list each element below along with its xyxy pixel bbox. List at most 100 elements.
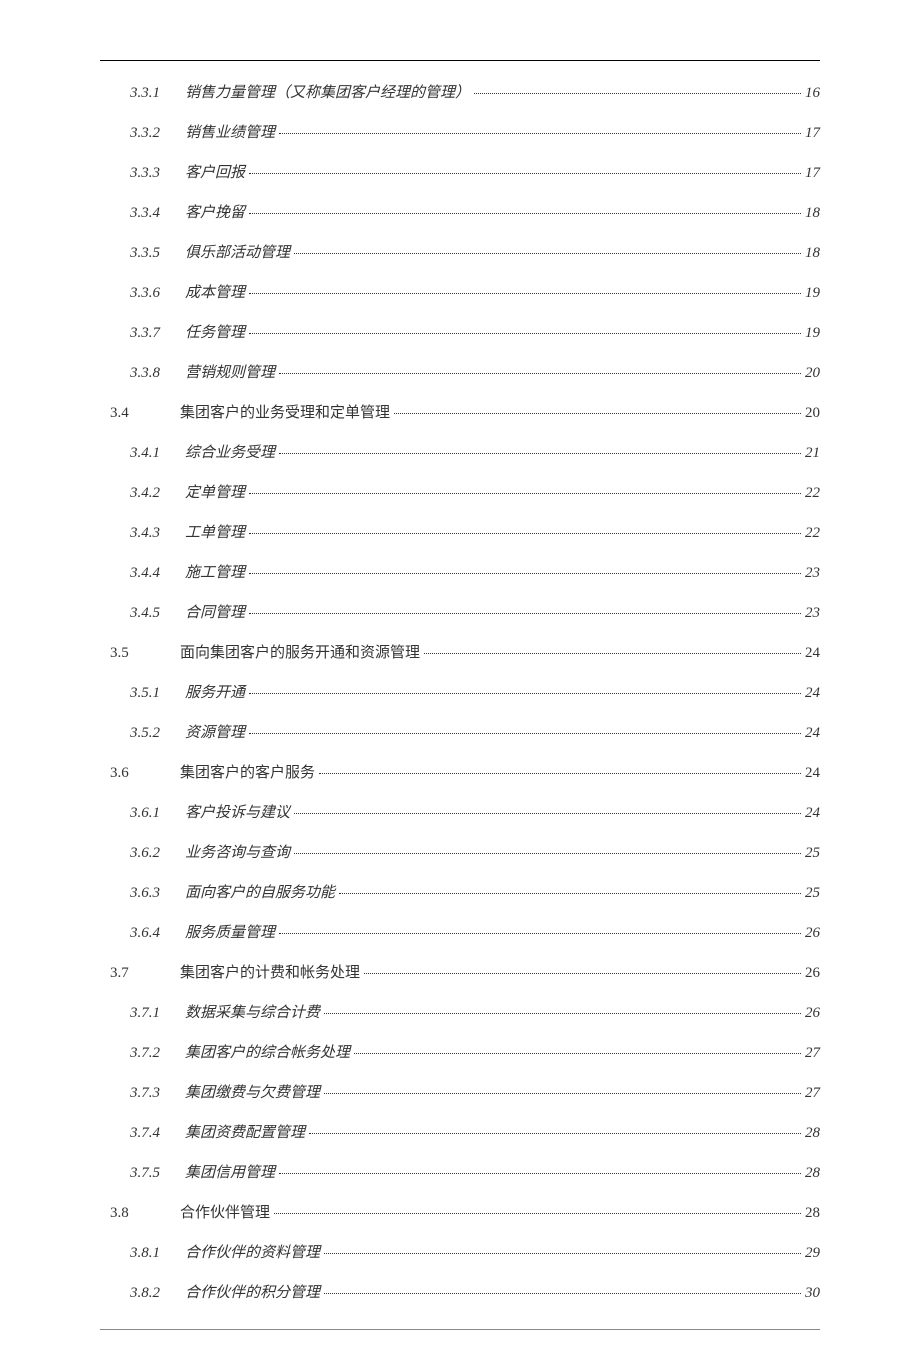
toc-entry[interactable]: 3.6.3面向客户的自服务功能25 bbox=[100, 881, 820, 905]
toc-leader-dots bbox=[294, 853, 801, 854]
toc-number: 3.6.1 bbox=[130, 801, 185, 825]
toc-leader-dots bbox=[279, 373, 801, 374]
toc-leader-dots bbox=[249, 693, 801, 694]
toc-entry[interactable]: 3.3.6成本管理19 bbox=[100, 281, 820, 305]
toc-leader-dots bbox=[294, 813, 801, 814]
toc-title: 面向集团客户的服务开通和资源管理 bbox=[180, 641, 420, 665]
toc-number: 3.3.4 bbox=[130, 201, 185, 225]
toc-entry[interactable]: 3.7集团客户的计费和帐务处理26 bbox=[100, 961, 820, 985]
toc-leader-dots bbox=[324, 1093, 801, 1094]
toc-number: 3.5 bbox=[110, 641, 180, 665]
toc-number: 3.6.3 bbox=[130, 881, 185, 905]
toc-title: 客户回报 bbox=[185, 161, 245, 185]
toc-title: 集团缴费与欠费管理 bbox=[185, 1081, 320, 1105]
toc-number: 3.3.1 bbox=[130, 81, 185, 105]
toc-entry[interactable]: 3.3.8营销规则管理20 bbox=[100, 361, 820, 385]
toc-entry[interactable]: 3.6.2业务咨询与查询25 bbox=[100, 841, 820, 865]
toc-page-number: 25 bbox=[805, 881, 820, 905]
toc-page-number: 24 bbox=[805, 721, 820, 745]
toc-number: 3.3.3 bbox=[130, 161, 185, 185]
toc-page-number: 16 bbox=[805, 81, 820, 105]
toc-page-number: 25 bbox=[805, 841, 820, 865]
toc-entry[interactable]: 3.6集团客户的客户服务24 bbox=[100, 761, 820, 785]
toc-leader-dots bbox=[274, 1213, 801, 1214]
toc-entry[interactable]: 3.3.2销售业绩管理17 bbox=[100, 121, 820, 145]
toc-entry[interactable]: 3.6.4服务质量管理26 bbox=[100, 921, 820, 945]
toc-page-number: 30 bbox=[805, 1281, 820, 1305]
toc-entry[interactable]: 3.6.1客户投诉与建议24 bbox=[100, 801, 820, 825]
toc-leader-dots bbox=[309, 1133, 801, 1134]
toc-number: 3.4.3 bbox=[130, 521, 185, 545]
toc-number: 3.6.2 bbox=[130, 841, 185, 865]
toc-entry[interactable]: 3.4.2定单管理22 bbox=[100, 481, 820, 505]
toc-page-number: 24 bbox=[805, 641, 820, 665]
toc-leader-dots bbox=[279, 133, 801, 134]
toc-entry[interactable]: 3.8.1合作伙伴的资料管理29 bbox=[100, 1241, 820, 1265]
toc-title: 合作伙伴的积分管理 bbox=[185, 1281, 320, 1305]
toc-leader-dots bbox=[474, 93, 801, 94]
toc-title: 集团信用管理 bbox=[185, 1161, 275, 1185]
toc-number: 3.3.2 bbox=[130, 121, 185, 145]
toc-page-number: 20 bbox=[805, 361, 820, 385]
toc-leader-dots bbox=[319, 773, 801, 774]
toc-title: 集团资费配置管理 bbox=[185, 1121, 305, 1145]
toc-entry[interactable]: 3.7.3集团缴费与欠费管理27 bbox=[100, 1081, 820, 1105]
toc-entry[interactable]: 3.4.4施工管理23 bbox=[100, 561, 820, 585]
toc-entry[interactable]: 3.3.5俱乐部活动管理18 bbox=[100, 241, 820, 265]
toc-entry[interactable]: 3.8合作伙伴管理28 bbox=[100, 1201, 820, 1225]
toc-entry[interactable]: 3.7.2集团客户的综合帐务处理27 bbox=[100, 1041, 820, 1065]
toc-page-number: 17 bbox=[805, 121, 820, 145]
toc-page-number: 28 bbox=[805, 1121, 820, 1145]
toc-entry[interactable]: 3.7.1数据采集与综合计费26 bbox=[100, 1001, 820, 1025]
toc-entry[interactable]: 3.4.5合同管理23 bbox=[100, 601, 820, 625]
toc-page-number: 21 bbox=[805, 441, 820, 465]
toc-leader-dots bbox=[394, 413, 801, 414]
toc-leader-dots bbox=[354, 1053, 801, 1054]
toc-number: 3.4.4 bbox=[130, 561, 185, 585]
toc-leader-dots bbox=[249, 213, 801, 214]
toc-entry[interactable]: 3.7.5集团信用管理28 bbox=[100, 1161, 820, 1185]
toc-page-number: 24 bbox=[805, 681, 820, 705]
toc-title: 成本管理 bbox=[185, 281, 245, 305]
toc-entry[interactable]: 3.5面向集团客户的服务开通和资源管理 24 bbox=[100, 641, 820, 665]
toc-leader-dots bbox=[249, 173, 801, 174]
toc-entry[interactable]: 3.3.7任务管理19 bbox=[100, 321, 820, 345]
toc-leader-dots bbox=[324, 1253, 801, 1254]
toc-page-number: 28 bbox=[805, 1201, 820, 1225]
toc-title: 工单管理 bbox=[185, 521, 245, 545]
toc-page-number: 29 bbox=[805, 1241, 820, 1265]
toc-leader-dots bbox=[364, 973, 801, 974]
toc-title: 资源管理 bbox=[185, 721, 245, 745]
toc-entry[interactable]: 3.5.2资源管理 24 bbox=[100, 721, 820, 745]
toc-title: 合同管理 bbox=[185, 601, 245, 625]
toc-entry[interactable]: 3.4.1综合业务受理21 bbox=[100, 441, 820, 465]
toc-number: 3.5.2 bbox=[130, 721, 185, 745]
toc-leader-dots bbox=[294, 253, 801, 254]
toc-entry[interactable]: 3.4集团客户的业务受理和定单管理20 bbox=[100, 401, 820, 425]
toc-entry[interactable]: 3.3.3客户回报 17 bbox=[100, 161, 820, 185]
toc-entry[interactable]: 3.4.3工单管理22 bbox=[100, 521, 820, 545]
toc-title: 数据采集与综合计费 bbox=[185, 1001, 320, 1025]
toc-entry[interactable]: 3.7.4集团资费配置管理28 bbox=[100, 1121, 820, 1145]
toc-number: 3.7.3 bbox=[130, 1081, 185, 1105]
toc-page-number: 17 bbox=[805, 161, 820, 185]
toc-leader-dots bbox=[249, 533, 801, 534]
toc-entry[interactable]: 3.3.4客户挽留18 bbox=[100, 201, 820, 225]
toc-page-number: 22 bbox=[805, 481, 820, 505]
toc-leader-dots bbox=[249, 293, 801, 294]
toc-leader-dots bbox=[279, 933, 801, 934]
toc-entry[interactable]: 3.5.1服务开通24 bbox=[100, 681, 820, 705]
toc-page-number: 26 bbox=[805, 921, 820, 945]
toc-title: 集团客户的计费和帐务处理 bbox=[180, 961, 360, 985]
toc-number: 3.4 bbox=[110, 401, 180, 425]
toc-leader-dots bbox=[424, 653, 801, 654]
toc-title: 客户投诉与建议 bbox=[185, 801, 290, 825]
toc-number: 3.8.2 bbox=[130, 1281, 185, 1305]
toc-number: 3.5.1 bbox=[130, 681, 185, 705]
toc-leader-dots bbox=[339, 893, 801, 894]
toc-page-number: 18 bbox=[805, 241, 820, 265]
toc-leader-dots bbox=[249, 613, 801, 614]
toc-number: 3.6.4 bbox=[130, 921, 185, 945]
toc-entry[interactable]: 3.8.2合作伙伴的积分管理 30 bbox=[100, 1281, 820, 1305]
toc-entry[interactable]: 3.3.1销售力量管理（又称集团客户经理的管理）16 bbox=[100, 81, 820, 105]
